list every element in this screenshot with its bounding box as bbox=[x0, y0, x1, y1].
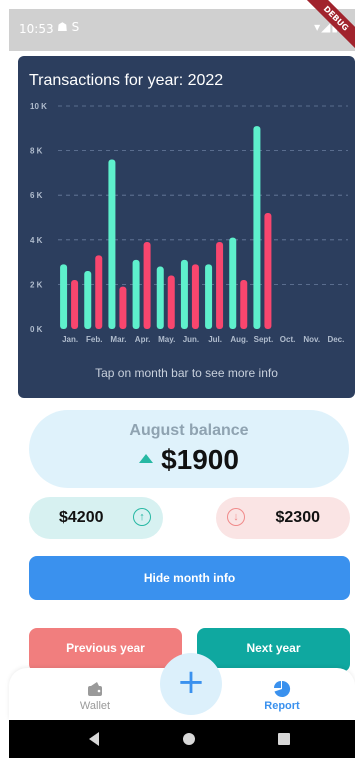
balance-label: August balance bbox=[129, 422, 249, 439]
expense-bar-aug[interactable] bbox=[240, 279, 248, 329]
tab-wallet[interactable]: Wallet bbox=[55, 680, 135, 712]
x-tick-label: Jun. bbox=[183, 335, 199, 344]
income-bar-jan[interactable] bbox=[60, 264, 68, 329]
x-tick-label: Jul. bbox=[208, 335, 222, 344]
x-tick-label: Oct. bbox=[280, 335, 296, 344]
expense-pill: ↓ $2300 bbox=[216, 497, 350, 539]
expense-bar-jan[interactable] bbox=[71, 279, 79, 329]
plus-icon: + bbox=[176, 662, 206, 702]
income-bar-jul[interactable] bbox=[205, 264, 213, 329]
x-tick-label: Jan. bbox=[62, 335, 78, 344]
x-tick-label: Dec. bbox=[327, 335, 344, 344]
recents-icon[interactable] bbox=[278, 733, 290, 745]
arrow-down-circle-icon: ↓ bbox=[227, 508, 245, 526]
x-tick-label: Apr. bbox=[135, 335, 151, 344]
income-bar-sept[interactable] bbox=[253, 126, 261, 329]
x-tick-label: Nov. bbox=[303, 335, 320, 344]
income-bar-apr[interactable] bbox=[132, 259, 140, 329]
y-tick-label: 8 K bbox=[30, 147, 43, 156]
x-tick-label: Sept. bbox=[254, 335, 274, 344]
balance-amount: $1900 bbox=[161, 444, 239, 475]
back-icon[interactable] bbox=[89, 732, 99, 746]
chart-hint: Tap on month bar to see more info bbox=[95, 366, 278, 380]
y-tick-label: 6 K bbox=[30, 191, 43, 200]
x-tick-label: Mar. bbox=[110, 335, 126, 344]
y-tick-label: 0 K bbox=[30, 325, 43, 334]
tab-report[interactable]: Report bbox=[242, 680, 322, 712]
income-bar-feb[interactable] bbox=[84, 271, 92, 329]
x-tick-label: Feb. bbox=[86, 335, 102, 344]
home-icon[interactable] bbox=[183, 733, 195, 745]
add-transaction-button[interactable]: + bbox=[160, 653, 222, 715]
arrow-up-circle-icon: ↑ bbox=[133, 508, 151, 526]
tab-wallet-label: Wallet bbox=[79, 700, 111, 712]
tab-report-label: Report bbox=[264, 700, 300, 712]
trend-up-icon bbox=[139, 454, 154, 464]
notification-icons: ☗ S bbox=[57, 20, 80, 34]
y-tick-label: 10 K bbox=[30, 102, 47, 111]
income-bar-aug[interactable] bbox=[229, 237, 237, 329]
x-tick-label: Aug. bbox=[230, 335, 248, 344]
expense-bar-jul[interactable] bbox=[216, 242, 224, 329]
status-bar: 10:53 ☗ S ▾◢▮ DEBUG bbox=[9, 0, 355, 52]
income-bar-jun[interactable] bbox=[180, 259, 188, 329]
income-bar-may[interactable] bbox=[156, 266, 164, 329]
expense-bar-apr[interactable] bbox=[143, 242, 151, 329]
balance-amount-row: $1900 bbox=[29, 444, 349, 476]
transactions-bar-chart[interactable]: 0 K 2 K 4 K 6 K 8 K 10 K Jan. Feb. Mar. Apr. May. J… bbox=[18, 56, 355, 398]
transactions-chart-card: Transactions for year: 2022 0 K2 K4 K6 K… bbox=[18, 56, 355, 398]
expense-bar-feb[interactable] bbox=[95, 255, 103, 329]
x-tick-label: May. bbox=[158, 335, 175, 344]
y-tick-label: 2 K bbox=[30, 280, 43, 289]
expense-bar-may[interactable] bbox=[167, 275, 175, 329]
status-time: 10:53 bbox=[19, 22, 54, 36]
expense-bar-jun[interactable] bbox=[191, 264, 199, 329]
expense-bar-mar[interactable] bbox=[119, 286, 127, 329]
income-bar-mar[interactable] bbox=[108, 159, 116, 329]
wallet-icon bbox=[88, 682, 102, 696]
expense-value: $2300 bbox=[275, 509, 321, 526]
y-tick-label: 4 K bbox=[30, 236, 43, 245]
expense-bar-sept[interactable] bbox=[264, 213, 272, 329]
income-pill: $4200 ↑ bbox=[29, 497, 163, 539]
pie-chart-icon bbox=[274, 680, 291, 697]
system-navigation-bar bbox=[9, 720, 355, 758]
income-value: $4200 bbox=[59, 509, 104, 526]
hide-month-info-button[interactable]: Hide month info bbox=[29, 556, 350, 600]
month-balance-card: August balance $1900 bbox=[29, 410, 349, 488]
